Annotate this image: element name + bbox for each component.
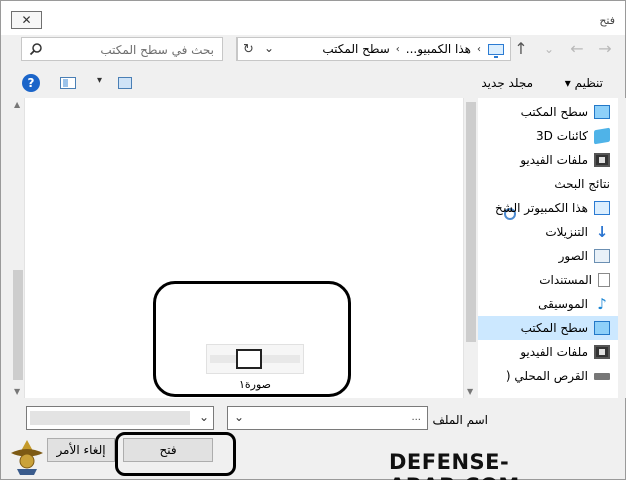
filename-dropdown-icon[interactable]: ⌄ [234,410,244,424]
scrollbar-thumb[interactable] [13,270,23,380]
nav-pane-scrollbar[interactable]: ▼ [463,98,477,398]
toolbar: تنظيم ▾ مجلد جديد ? ▾ [1,68,625,98]
scroll-down-arrow-icon[interactable]: ▼ [14,387,20,396]
nav-item-this-pc[interactable]: هذا الكمبيوتر الشخ [478,196,618,220]
cancel-button[interactable]: إلغاء الأمر [47,438,115,462]
scrollbar-thumb[interactable] [466,102,476,342]
local-disk-icon [594,372,610,380]
window-title: فتح [599,14,615,27]
this-pc-icon [594,201,610,215]
scroll-down-arrow-icon[interactable]: ▼ [467,387,473,396]
breadcrumb-separator-icon[interactable]: › [474,44,484,55]
annotation-box-open [115,432,236,476]
filename-value: ... [411,412,421,423]
close-button[interactable]: ✕ [11,11,42,29]
desktop-icon [594,321,610,335]
nav-pane-right-scrollbar[interactable] [618,98,626,398]
breadcrumb-desktop[interactable]: سطح المكتب [319,42,392,56]
breadcrumb-this-pc[interactable]: هذا الكمبيو... [403,42,474,56]
music-icon: ♪ [597,295,607,313]
nav-item-pictures[interactable]: الصور [478,244,618,268]
recent-dropdown-icon[interactable]: ⌄ [539,42,559,56]
open-file-dialog: ✕ فتح → ← ⌄ ↑ › هذا الكمبيو... › سطح الم… [0,0,626,480]
filename-input[interactable]: ... ⌄ [227,406,428,430]
nav-item-3d-objects[interactable]: كائنات 3D [478,124,618,148]
nav-item-desktop[interactable]: سطح المكتب [478,100,618,124]
organize-menu-button[interactable]: تنظيم ▾ [565,76,603,90]
new-folder-button[interactable]: مجلد جديد [481,76,533,90]
nav-item-videos[interactable]: ملفات الفيديو [478,148,618,172]
this-pc-icon [488,43,504,58]
scroll-up-arrow-icon[interactable]: ▲ [14,100,20,109]
documents-icon [598,273,610,287]
desktop-icon [594,105,610,119]
preview-pane-icon[interactable] [60,77,76,89]
back-arrow-icon[interactable]: → [595,39,615,58]
nav-item-search-results[interactable]: نتائج البحث [478,172,618,220]
videos-icon [594,345,610,359]
3d-objects-icon [594,127,610,145]
address-dropdown-icon[interactable]: ⌄ [261,41,277,55]
file-type-select[interactable]: ⌄ [26,406,214,430]
nav-item-videos-2[interactable]: ملفات الفيديو [478,340,618,364]
refresh-icon[interactable]: ↻ [237,38,259,60]
up-arrow-icon[interactable]: ↑ [511,39,531,58]
file-list-scrollbar[interactable]: ▲ ▼ [11,98,25,398]
search-placeholder: بحث في سطح المكتب [100,43,214,57]
nav-item-music[interactable]: ♪ الموسيقى [478,292,618,316]
downloads-icon: ↓ [595,223,609,241]
address-bar[interactable]: › هذا الكمبيو... › سطح المكتب ⌄ ↻ [236,37,511,61]
filename-label: اسم الملف [432,413,488,427]
watermark-text: DEFENSE-ARAB.COM [389,450,519,480]
close-icon: ✕ [21,13,32,27]
nav-item-documents[interactable]: المستندات [478,268,618,292]
nav-item-local-disk[interactable]: القرص المحلي ( [478,364,618,388]
pictures-icon [594,249,610,263]
annotation-circle-file [153,281,351,397]
navigation-buttons: → ← ⌄ ↑ [511,39,615,58]
file-type-dropdown-icon[interactable]: ⌄ [199,410,209,424]
search-icon [29,43,42,56]
nav-item-downloads[interactable]: ↓ التنزيلات [478,220,618,244]
view-options-dropdown-icon[interactable]: ▾ [97,75,102,86]
forward-arrow-icon[interactable]: ← [567,39,587,58]
help-icon[interactable]: ? [22,74,40,92]
search-input[interactable]: بحث في سطح المكتب [21,37,223,61]
videos-icon [594,153,610,167]
change-view-icon[interactable] [118,77,132,89]
nav-item-desktop-selected[interactable]: سطح المكتب [478,316,618,340]
breadcrumb-separator-icon[interactable]: › [393,44,403,55]
title-bar: ✕ فتح [1,1,625,35]
navigation-pane: سطح المكتب كائنات 3D ملفات الفيديو نتائج… [478,98,618,398]
site-logo [11,440,43,475]
